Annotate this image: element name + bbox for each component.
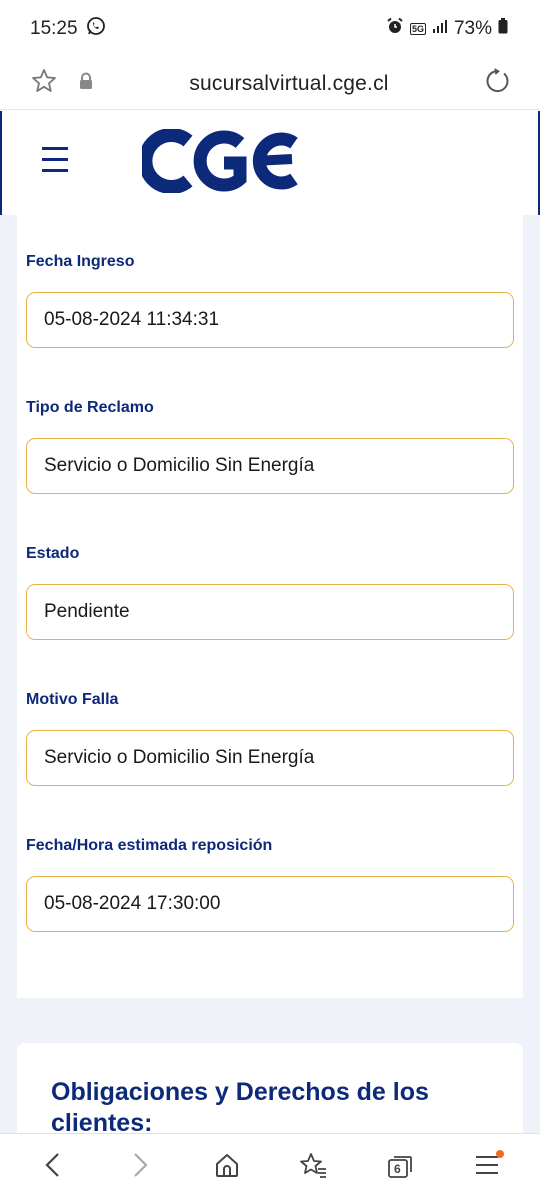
battery-percent: 73%	[453, 18, 492, 39]
status-left: 15:25	[30, 16, 106, 42]
field-value: Pendiente	[44, 601, 130, 622]
url-text[interactable]: sucursalvirtual.cge.cl	[189, 72, 388, 96]
field-tipo-reclamo[interactable]: Servicio o Domicilio Sin Energía	[26, 438, 514, 494]
status-time: 15:25	[30, 18, 78, 39]
tabs-icon: 6	[386, 1154, 414, 1180]
forward-button[interactable]	[115, 1142, 165, 1192]
signal-icon	[432, 18, 448, 40]
bookmarks-button[interactable]	[288, 1142, 338, 1192]
field-fecha-reposicion[interactable]: 05-08-2024 17:30:00	[26, 876, 514, 932]
chevron-left-icon	[42, 1152, 64, 1183]
field-label-fecha-ingreso: Fecha Ingreso	[26, 253, 135, 270]
obligations-title: Obligaciones y Derechos de los clientes:	[51, 1078, 429, 1137]
back-button[interactable]	[28, 1142, 78, 1192]
menu-lines-icon	[474, 1154, 500, 1181]
home-icon	[213, 1151, 241, 1184]
whatsapp-icon	[86, 16, 106, 42]
home-button[interactable]	[202, 1142, 252, 1192]
battery-icon	[498, 18, 508, 40]
bookmarks-star-list-icon	[298, 1151, 328, 1184]
field-estado[interactable]: Pendiente	[26, 584, 514, 640]
site-header	[0, 111, 540, 215]
field-label-motivo-falla: Motivo Falla	[26, 691, 119, 708]
field-label-fecha-reposicion: Fecha/Hora estimada reposición	[26, 837, 273, 854]
tabs-button[interactable]: 6	[375, 1142, 425, 1192]
alarm-icon	[386, 17, 404, 41]
field-label-tipo-reclamo: Tipo de Reclamo	[26, 399, 154, 416]
bookmark-star-icon[interactable]	[30, 67, 58, 100]
network-5g-icon: 5G	[409, 23, 426, 35]
field-value: 05-08-2024 11:34:31	[44, 309, 220, 330]
browser-bottom-nav: 6	[0, 1133, 540, 1200]
menu-icon[interactable]	[42, 147, 70, 173]
field-label-estado: Estado	[26, 545, 80, 562]
field-fecha-ingreso[interactable]: 05-08-2024 11:34:31	[26, 292, 514, 348]
browser-menu-button[interactable]	[462, 1142, 512, 1192]
browser-url-bar: sucursalvirtual.cge.cl	[0, 58, 540, 110]
status-right: 5G 73%	[386, 17, 508, 41]
field-value: Servicio o Domicilio Sin Energía	[44, 455, 315, 476]
tab-count: 6	[393, 1162, 401, 1176]
status-bar: 15:25 5G 73%	[0, 0, 540, 58]
reload-icon[interactable]	[484, 67, 512, 100]
field-value: Servicio o Domicilio Sin Energía	[44, 747, 315, 768]
field-value: 05-08-2024 17:30:00	[44, 893, 221, 914]
cge-logo[interactable]	[138, 128, 302, 198]
notification-dot	[495, 1150, 504, 1158]
url-left	[30, 67, 94, 100]
chevron-right-icon	[129, 1152, 151, 1183]
lock-icon	[78, 72, 94, 95]
field-motivo-falla[interactable]: Servicio o Domicilio Sin Energía	[26, 730, 514, 786]
